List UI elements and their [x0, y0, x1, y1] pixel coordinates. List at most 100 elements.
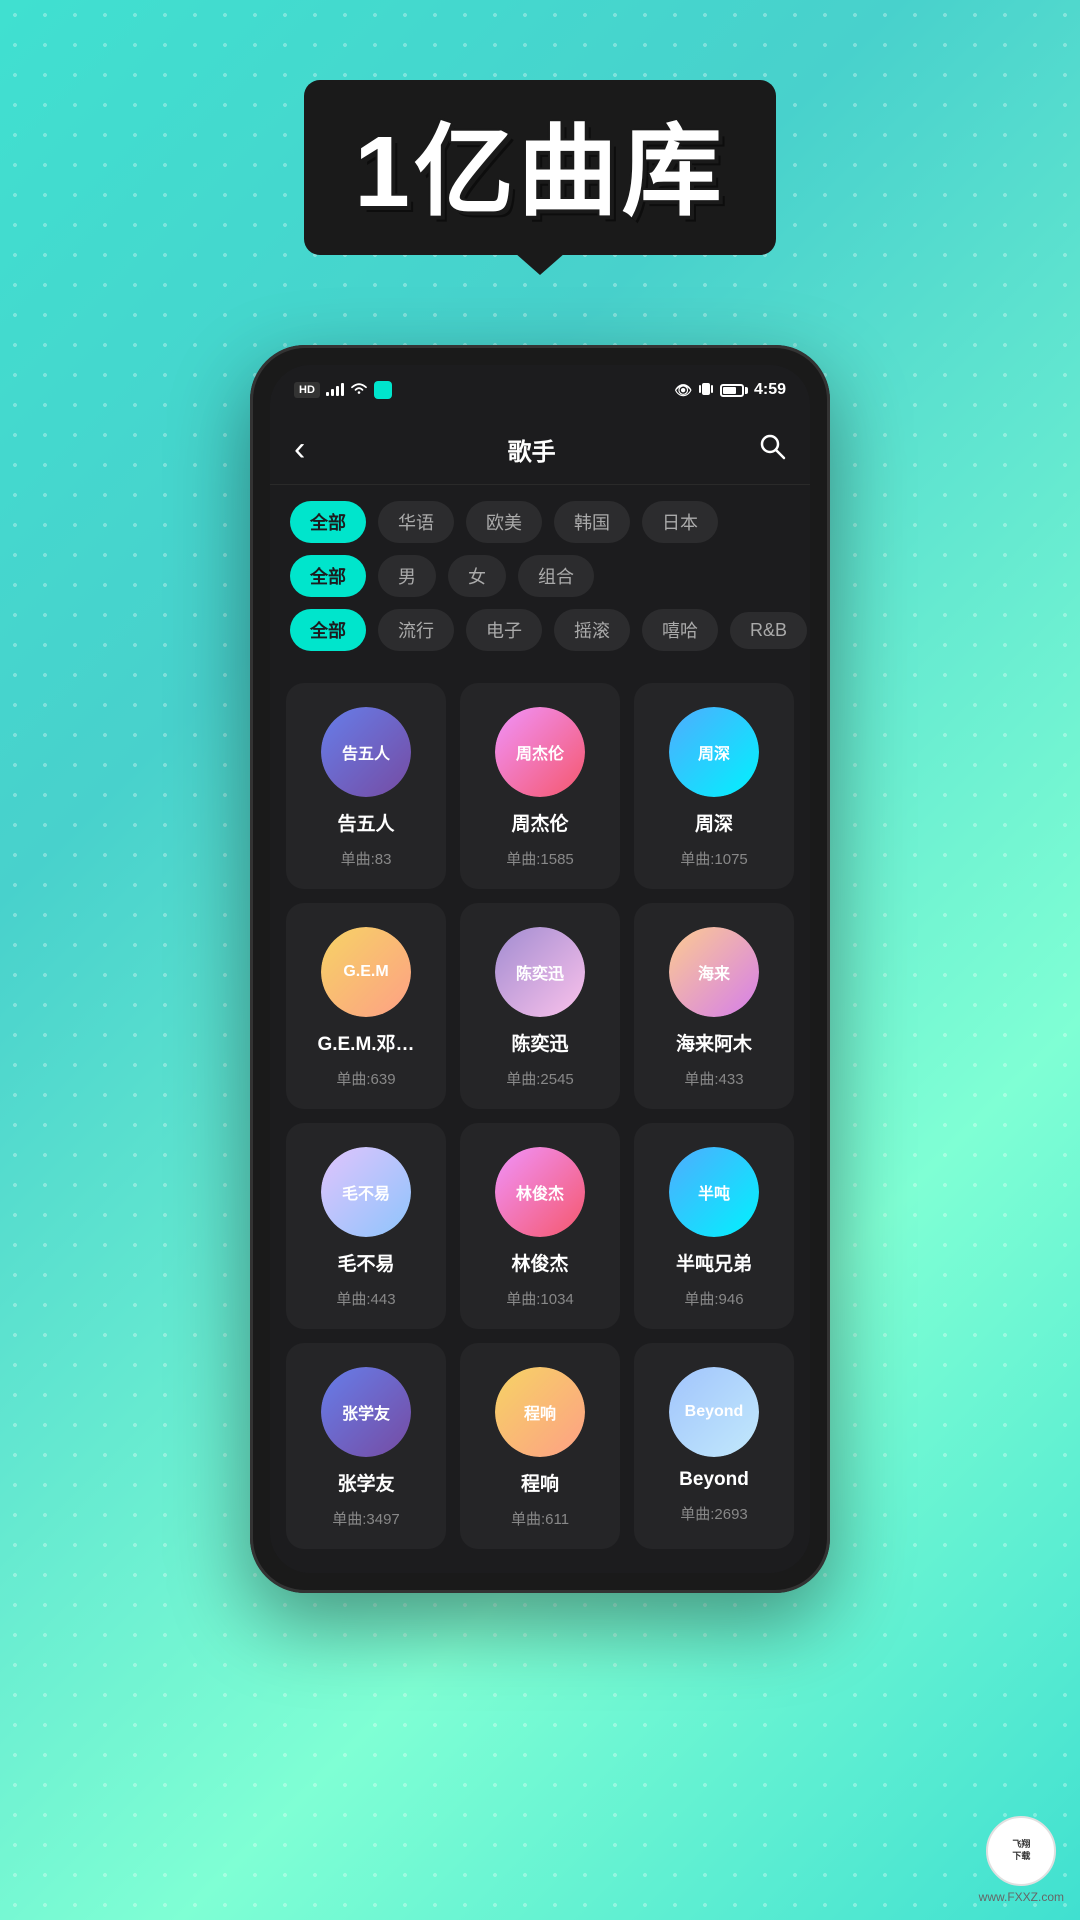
eye-icon: 👁: [674, 382, 692, 399]
filter-row-gender: 全部 男 女 组合: [290, 555, 790, 597]
artist-avatar: Beyond: [669, 1367, 759, 1457]
artist-name: 告五人: [337, 809, 394, 836]
artist-avatar: 海来: [669, 927, 759, 1017]
hd-badge: HD: [294, 382, 320, 398]
artist-card[interactable]: G.E.M G.E.M.邓… 单曲:639: [286, 903, 446, 1109]
artist-count: 单曲:611: [511, 1508, 569, 1529]
avatar-image: 告五人: [321, 707, 411, 797]
artist-card[interactable]: 陈奕迅 陈奕迅 单曲:2545: [460, 903, 620, 1109]
avatar-image: Beyond: [669, 1367, 759, 1457]
artist-count: 单曲:1034: [506, 1288, 574, 1309]
filter-all-gender[interactable]: 全部: [290, 555, 366, 597]
top-nav: ‹ 歌手: [270, 415, 810, 485]
filter-row-genre: 全部 流行 电子 摇滚 嘻哈 R&B 民: [290, 609, 790, 651]
hero-title: 1亿曲库: [354, 90, 726, 235]
status-right: 👁 4:59: [674, 381, 786, 400]
artist-count: 单曲:443: [336, 1288, 395, 1309]
artist-card[interactable]: Beyond Beyond 单曲:2693: [634, 1343, 794, 1549]
search-icon[interactable]: [758, 432, 786, 467]
filter-male[interactable]: 男: [378, 555, 436, 597]
wifi-icon: [350, 382, 368, 399]
artist-card[interactable]: 海来 海来阿木 单曲:433: [634, 903, 794, 1109]
artist-avatar: 程响: [495, 1367, 585, 1457]
artist-avatar: 毛不易: [321, 1147, 411, 1237]
artist-avatar: 周深: [669, 707, 759, 797]
filter-row-region: 全部 华语 欧美 韩国 日本: [290, 501, 790, 543]
battery-icon: [720, 384, 748, 397]
artist-card[interactable]: 张学友 张学友 单曲:3497: [286, 1343, 446, 1549]
artist-name: 毛不易: [337, 1249, 394, 1276]
filter-rnb[interactable]: R&B: [730, 612, 807, 649]
artist-count: 单曲:639: [336, 1068, 395, 1089]
filter-japanese[interactable]: 日本: [642, 501, 718, 543]
avatar-image: 程响: [495, 1367, 585, 1457]
watermark: 飞翔下载 www.FXXZ.com: [979, 1816, 1064, 1904]
artist-card[interactable]: 半吨 半吨兄弟 单曲:946: [634, 1123, 794, 1329]
filter-section: 全部 华语 欧美 韩国 日本 全部 男 女 组合 全部 流行 电子 摇滚 嘻哈 …: [270, 485, 810, 671]
artist-name: 林俊杰: [511, 1249, 568, 1276]
artist-avatar: 张学友: [321, 1367, 411, 1457]
filter-group[interactable]: 组合: [518, 555, 594, 597]
artist-card[interactable]: 程响 程响 单曲:611: [460, 1343, 620, 1549]
artist-name: Beyond: [679, 1469, 749, 1491]
artist-name: 周深: [695, 809, 733, 836]
artist-count: 单曲:1585: [506, 848, 574, 869]
filter-all-region[interactable]: 全部: [290, 501, 366, 543]
artist-card[interactable]: 周深 周深 单曲:1075: [634, 683, 794, 889]
filter-female[interactable]: 女: [448, 555, 506, 597]
page-title: 歌手: [508, 432, 556, 467]
app-icon-badge: [374, 381, 392, 399]
artist-name: 半吨兄弟: [676, 1249, 752, 1276]
filter-korean[interactable]: 韩国: [554, 501, 630, 543]
back-button[interactable]: ‹: [294, 430, 305, 469]
avatar-image: 海来: [669, 927, 759, 1017]
status-bar: HD: [270, 365, 810, 415]
artist-card[interactable]: 周杰伦 周杰伦 单曲:1585: [460, 683, 620, 889]
filter-pop[interactable]: 流行: [378, 609, 454, 651]
hero-section: 1亿曲库: [304, 80, 776, 255]
artist-name: G.E.M.邓…: [317, 1029, 414, 1056]
artist-name: 程响: [521, 1469, 559, 1496]
artist-name: 陈奕迅: [511, 1029, 568, 1056]
avatar-image: 半吨: [669, 1147, 759, 1237]
watermark-logo: 飞翔下载: [986, 1816, 1056, 1886]
phone-screen: HD: [270, 365, 810, 1573]
filter-hiphop[interactable]: 嘻哈: [642, 609, 718, 651]
artist-avatar: 林俊杰: [495, 1147, 585, 1237]
signal-icon: [326, 382, 344, 399]
artist-name: 海来阿木: [676, 1029, 752, 1056]
avatar-image: 林俊杰: [495, 1147, 585, 1237]
avatar-image: 张学友: [321, 1367, 411, 1457]
artist-count: 单曲:1075: [680, 848, 748, 869]
filter-western[interactable]: 欧美: [466, 501, 542, 543]
artist-count: 单曲:433: [684, 1068, 743, 1089]
artist-count: 单曲:2545: [506, 1068, 574, 1089]
vibrate-icon: [698, 381, 714, 400]
filter-electronic[interactable]: 电子: [466, 609, 542, 651]
time-display: 4:59: [754, 381, 786, 399]
filter-rock[interactable]: 摇滚: [554, 609, 630, 651]
avatar-image: 周深: [669, 707, 759, 797]
filter-all-genre[interactable]: 全部: [290, 609, 366, 651]
artist-avatar: 陈奕迅: [495, 927, 585, 1017]
avatar-image: 毛不易: [321, 1147, 411, 1237]
avatar-image: G.E.M: [321, 927, 411, 1017]
phone-mockup: HD: [250, 345, 830, 1593]
avatar-image: 陈奕迅: [495, 927, 585, 1017]
artist-card[interactable]: 林俊杰 林俊杰 单曲:1034: [460, 1123, 620, 1329]
artist-name: 周杰伦: [511, 809, 568, 836]
status-left: HD: [294, 381, 392, 399]
avatar-image: 周杰伦: [495, 707, 585, 797]
artist-count: 单曲:946: [684, 1288, 743, 1309]
artist-avatar: 告五人: [321, 707, 411, 797]
artist-count: 单曲:3497: [332, 1508, 400, 1529]
artist-avatar: G.E.M: [321, 927, 411, 1017]
artist-count: 单曲:83: [341, 848, 392, 869]
artist-card[interactable]: 毛不易 毛不易 单曲:443: [286, 1123, 446, 1329]
filter-chinese[interactable]: 华语: [378, 501, 454, 543]
artist-name: 张学友: [337, 1469, 394, 1496]
artist-card[interactable]: 告五人 告五人 单曲:83: [286, 683, 446, 889]
artists-grid: 告五人 告五人 单曲:83 周杰伦 周杰伦 单曲:1585 周深 周深 单曲:1…: [270, 671, 810, 1573]
artist-avatar: 半吨: [669, 1147, 759, 1237]
watermark-url: www.FXXZ.com: [979, 1890, 1064, 1904]
